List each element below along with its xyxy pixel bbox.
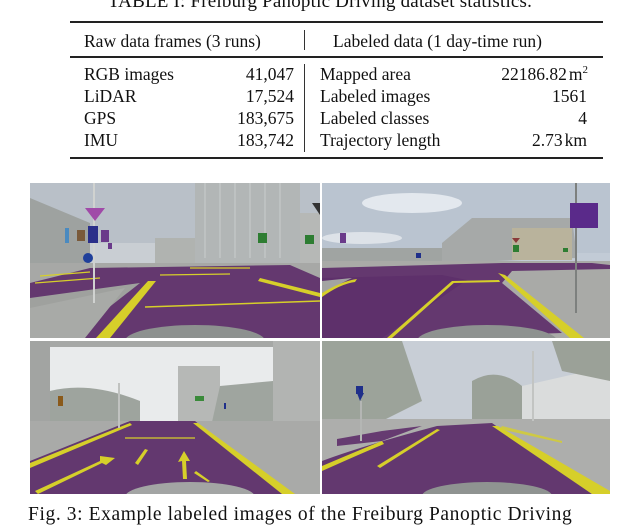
- roundabout-scene: [322, 183, 610, 338]
- table-title: TABLE I: Freiburg Panoptic Driving datas…: [107, 0, 533, 12]
- value-unit-exponent: 2: [582, 64, 589, 76]
- value-number: 2.73: [532, 130, 563, 150]
- figure-caption: Fig. 3: Example labeled images of the Fr…: [28, 504, 573, 525]
- right-column-header: Labeled data (1 day-time run): [333, 31, 542, 51]
- right-row-label: Labeled images: [320, 86, 431, 106]
- left-row-label: RGB images: [84, 64, 174, 84]
- intersection-scene: [30, 183, 320, 338]
- right-row-label: Trajectory length: [320, 130, 441, 150]
- labeled-images-grid: [30, 183, 610, 494]
- right-row-value: 1561: [552, 86, 587, 106]
- value-unit: m: [568, 64, 583, 84]
- left-row-label: IMU: [84, 130, 119, 150]
- table-body-divider: [304, 64, 305, 152]
- labeled-image-tree-street: [322, 341, 610, 494]
- left-row-label: LiDAR: [84, 86, 137, 106]
- labeled-image-intersection: [30, 183, 320, 338]
- labeled-image-roundabout: [322, 183, 610, 338]
- table-bottom-rule: [70, 157, 603, 159]
- left-column-header: Raw data frames (3 runs): [84, 31, 261, 51]
- right-row-label: Labeled classes: [320, 108, 430, 128]
- table-header-rule: [70, 56, 603, 58]
- tree-street-scene: [322, 341, 610, 494]
- value-number: 22186.82: [501, 64, 567, 84]
- value-unit: km: [564, 130, 587, 150]
- table-header-divider: [304, 30, 305, 50]
- left-row-value: 41,047: [245, 64, 294, 84]
- right-row-value: 4: [578, 108, 587, 128]
- left-row-value: 17,524: [245, 86, 294, 106]
- left-row-value: 183,675: [237, 108, 294, 128]
- table-top-rule: [70, 21, 603, 23]
- right-row-value: 2.73 km: [460, 129, 587, 151]
- right-row-label: Mapped area: [320, 64, 411, 84]
- bridge-road-scene: [30, 341, 320, 494]
- left-row-label: GPS: [84, 108, 117, 128]
- right-row-value: 22186.82 m2: [460, 63, 588, 85]
- labeled-image-bridge-road: [30, 341, 320, 494]
- left-row-value: 183,742: [237, 130, 294, 150]
